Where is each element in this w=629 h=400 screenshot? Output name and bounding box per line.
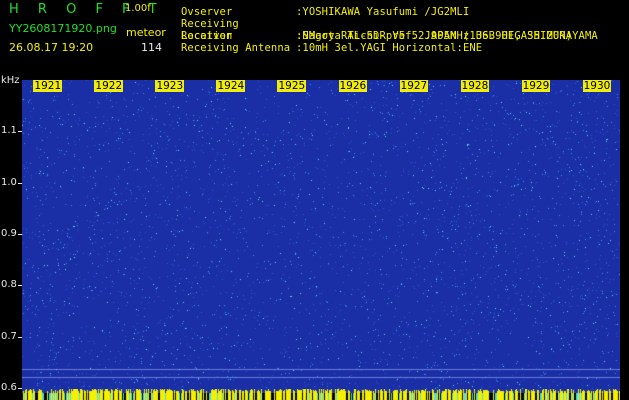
spectrogram-plot: 1921 1922 1923 1924 1925 1926 1927 1928 1929 1930 (22, 80, 620, 393)
hour-label: 1928 (460, 80, 490, 92)
info-key: Ovserver (181, 6, 233, 18)
info-value: :YOSHIKAWA Yasufumi /JG2MLI (296, 6, 470, 18)
timestamp-label: 26.08.17 19:20 (9, 41, 94, 54)
hour-label: 1925 (277, 80, 307, 92)
spectrogram-noise (22, 80, 620, 393)
hour-label: 1921 (33, 80, 63, 92)
filename-label: YY2608171920.png (9, 22, 117, 35)
freq-tick-label: 0.7 (1, 330, 17, 342)
count-label: 114 (141, 41, 162, 54)
info-key: Receiving Antenna (181, 42, 291, 54)
freq-tick-label: 1.0 (1, 176, 17, 188)
info-value: :10mH 3el.YAGI Horizontal:ENE (296, 42, 483, 54)
freq-tick-label: 0.8 (1, 279, 17, 291)
hour-label: 1926 (338, 80, 368, 92)
hour-label: 1924 (216, 80, 246, 92)
info-row-antenna: Receiving Antenna :10mH 3el.YAGI Horizont… (181, 42, 482, 54)
hour-label: 1927 (399, 80, 429, 92)
freq-tick-label: 0.9 (1, 227, 17, 239)
info-key: Receiver (181, 30, 233, 42)
hour-label: 1930 (582, 80, 612, 92)
hour-label: 1923 (155, 80, 185, 92)
freq-unit-label: kHz (1, 75, 20, 86)
freq-tick-label: 0.6 (1, 381, 17, 393)
info-value: :SMart RTL-SDR V5 52.905MHz USB HIGASHIM… (296, 30, 598, 42)
meteor-marker-strip (22, 389, 620, 400)
info-row-observer: Ovserver :YOSHIKAWA Yasufumi /JG2MLI (181, 6, 469, 18)
info-row-receiver: Receiver :SMart RTL-SDR V5 52.905MHz USB … (181, 30, 598, 42)
mode-label: meteor (126, 26, 166, 39)
hour-label: 1929 (521, 80, 551, 92)
version-label: 1.00f (125, 3, 151, 14)
freq-tick-label: 1.1 (1, 125, 17, 137)
hour-label: 1922 (94, 80, 124, 92)
